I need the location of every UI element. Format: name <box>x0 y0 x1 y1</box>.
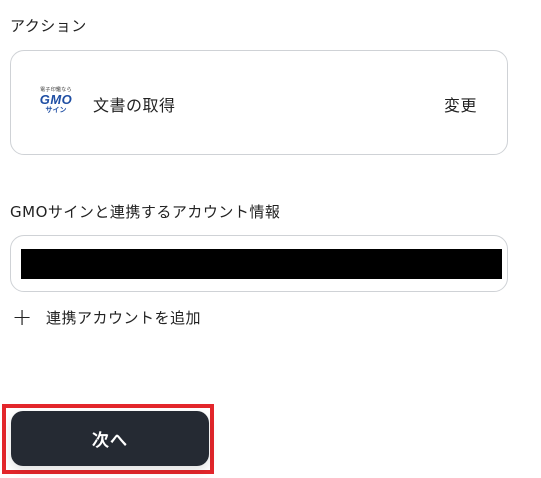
plus-icon: + <box>12 303 33 331</box>
account-section-label: GMOサインと連携するアカウント情報 <box>10 203 281 221</box>
add-account-label: 連携アカウントを追加 <box>46 308 202 327</box>
next-button[interactable]: 次へ <box>11 411 209 466</box>
action-card: 電子印鑑なら GMO サイン 文書の取得 変更 <box>10 50 508 155</box>
gmo-sign-logo: 電子印鑑なら GMO サイン <box>34 87 78 121</box>
add-account-button[interactable]: + 連携アカウントを追加 <box>12 303 202 331</box>
action-name: 文書の取得 <box>93 96 176 115</box>
action-section-label: アクション <box>10 17 87 35</box>
change-button[interactable]: 変更 <box>444 92 477 116</box>
account-value-redacted <box>21 249 502 279</box>
account-select[interactable] <box>10 235 508 292</box>
logo-product: サイン <box>45 106 67 114</box>
logo-brand: GMO <box>39 92 73 107</box>
